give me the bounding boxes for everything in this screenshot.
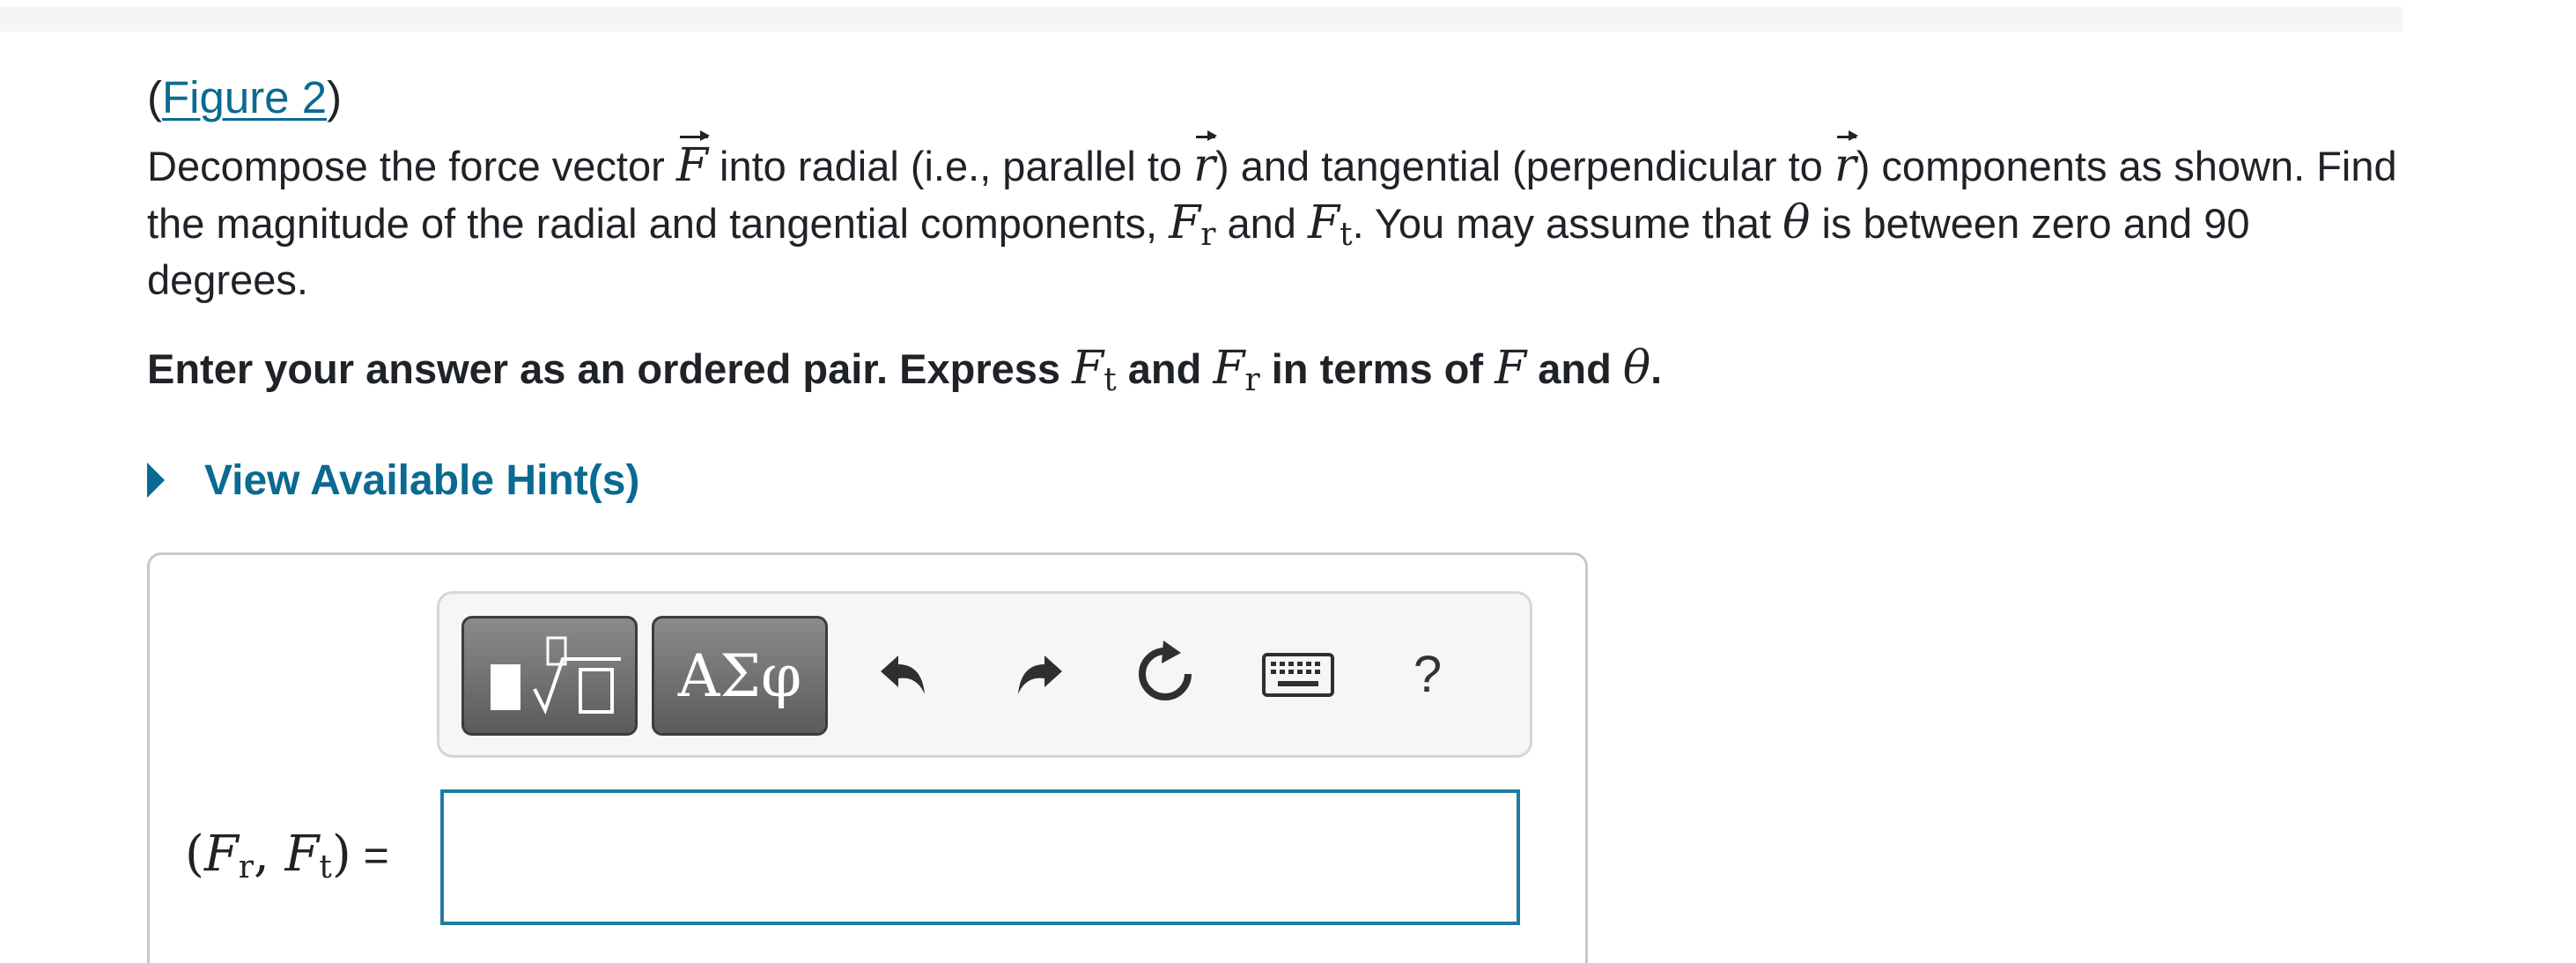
view-hints-toggle[interactable]: View Available Hint(s): [147, 445, 639, 515]
position-vector-symbol: r: [1834, 130, 1858, 192]
top-divider-bar: [0, 7, 2403, 32]
force-vector-symbol: F: [675, 130, 711, 192]
help-label: ?: [1413, 645, 1443, 703]
problem-statement: Decompose the force vector F into radial…: [147, 130, 2397, 303]
tangential-component-symbol: Ft: [284, 826, 332, 885]
tangential-component-symbol: Ft: [1308, 196, 1353, 253]
caret-right-icon: [147, 463, 165, 498]
answer-input[interactable]: [440, 789, 1520, 925]
answer-field-label: (Fr, Ft) =: [185, 826, 389, 885]
symbols-button[interactable]: ΑΣφ: [652, 616, 828, 736]
figure-reference: (Figure 2): [147, 72, 343, 122]
help-button[interactable]: ?: [1388, 634, 1467, 714]
force-magnitude-symbol: F: [1495, 342, 1527, 395]
theta-symbol: θ: [1783, 196, 1811, 249]
radial-component-symbol: Fr: [1169, 196, 1216, 253]
templates-sqrt-icon: [491, 636, 621, 715]
position-vector-symbol: r: [1193, 130, 1217, 192]
view-hints-label: View Available Hint(s): [204, 456, 640, 504]
keyboard-icon: [1262, 653, 1334, 697]
radial-component-symbol: Fr: [1213, 342, 1260, 398]
theta-symbol: θ: [1622, 342, 1651, 395]
templates-button[interactable]: [461, 616, 638, 736]
redo-button[interactable]: [999, 634, 1078, 714]
question-content: (Figure 2) Decompose the force vector F …: [147, 69, 2419, 397]
reset-icon: [1139, 641, 1192, 700]
reset-button[interactable]: [1126, 634, 1205, 714]
redo-icon: [1018, 656, 1062, 694]
answer-instructions: Enter your answer as an ordered pair. Ex…: [147, 342, 1663, 398]
figure-2-link[interactable]: Figure 2: [162, 72, 327, 122]
tangential-component-symbol: Ft: [1072, 342, 1117, 398]
radial-component-symbol: Fr: [203, 826, 254, 885]
keyboard-button[interactable]: [1258, 634, 1339, 714]
symbols-label: ΑΣφ: [677, 641, 802, 710]
undo-icon: [881, 656, 925, 694]
undo-button[interactable]: [865, 634, 944, 714]
